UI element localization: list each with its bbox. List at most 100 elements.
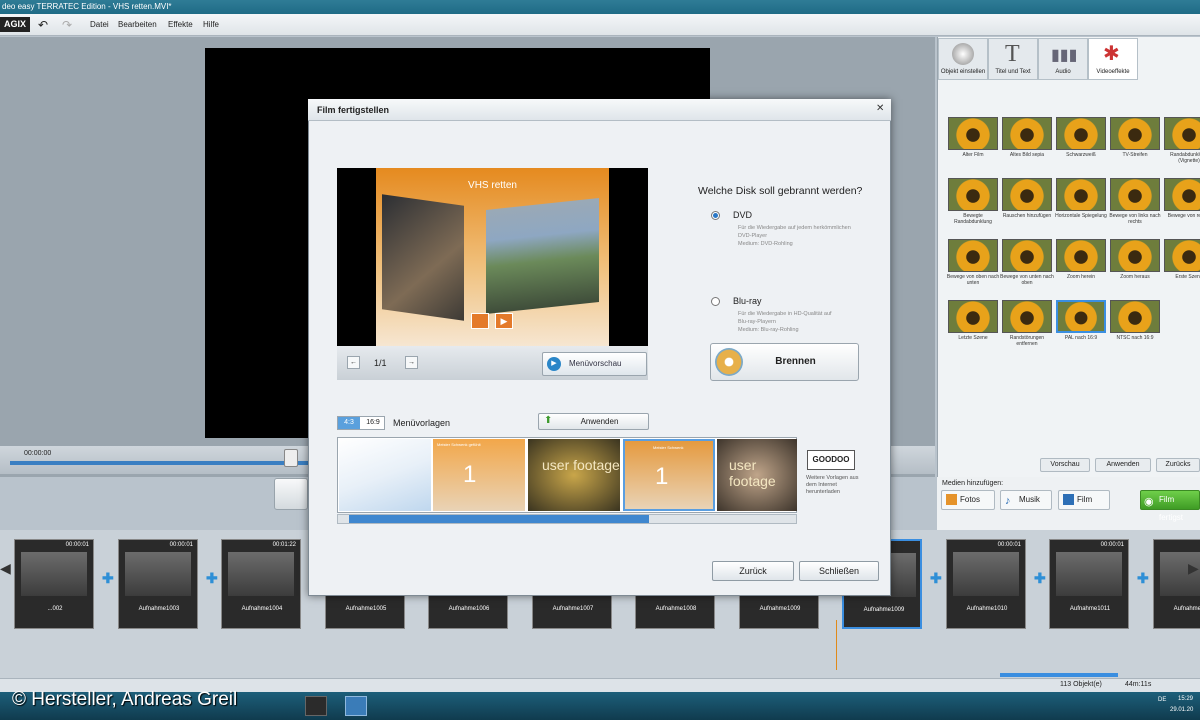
tab-titel-und-text[interactable]: T Titel und Text xyxy=(988,38,1038,80)
chapter-image-2[interactable] xyxy=(486,198,599,314)
clip-name: Aufnahme1007 xyxy=(552,606,594,612)
reset-button[interactable]: Zurücks xyxy=(1156,458,1200,472)
close-button[interactable]: Schließen xyxy=(799,561,879,581)
redo-icon[interactable]: ↷ xyxy=(62,18,72,32)
dialog-title: Film fertigstellen xyxy=(308,99,891,121)
clip[interactable]: 00:00:01 Aufnahme1010 xyxy=(946,539,1026,629)
effect-thumbnail[interactable] xyxy=(1056,117,1106,150)
add-transition-icon[interactable]: ✚ xyxy=(1137,570,1149,587)
effect-thumbnail[interactable] xyxy=(1164,178,1200,211)
template-thumb-2[interactable]: Meister Schwenk gefühlt 1 xyxy=(433,439,525,511)
more-templates-text[interactable]: Weitere Vorlagen aus dem Internet herunt… xyxy=(806,475,866,496)
play-button[interactable] xyxy=(274,478,308,510)
number-one-graphic: 1 xyxy=(655,463,669,490)
menu-item-datei[interactable]: Datei xyxy=(90,18,109,32)
clip-name: Aufnahme1003 xyxy=(138,606,180,612)
add-transition-icon[interactable]: ✚ xyxy=(102,570,114,587)
effect-thumbnail[interactable] xyxy=(1002,239,1052,272)
add-transition-icon[interactable]: ✚ xyxy=(930,570,942,587)
bluray-description: Für die Wiedergabe in HD-Qualität auf Bl… xyxy=(738,310,898,334)
template-thumb-4[interactable]: Meister Schwenk 1 xyxy=(623,439,715,511)
clip[interactable]: 00:01:22 Aufnahme1004 xyxy=(221,539,301,629)
ratio-16-9[interactable]: 16:9 xyxy=(362,417,384,429)
effect-thumbnail[interactable] xyxy=(1056,239,1106,272)
tab-videoeffekte[interactable]: ✱ Videoeffekte xyxy=(1088,38,1138,80)
sphere-icon xyxy=(952,43,974,65)
effect-thumbnail[interactable] xyxy=(948,178,998,211)
menu-item-effekte[interactable]: Effekte xyxy=(168,18,193,32)
dvd-label: DVD xyxy=(733,210,753,220)
template-thumb-3[interactable]: user footage xyxy=(528,439,620,511)
aspect-ratio-toggle[interactable]: 4:3 16:9 xyxy=(337,416,385,430)
film-button[interactable]: Film xyxy=(1058,490,1110,510)
app-logo: AGIX xyxy=(0,17,30,32)
effect-thumbnail[interactable] xyxy=(1002,178,1052,211)
play-all-icon[interactable]: ▶ xyxy=(495,313,513,329)
effect-thumbnail[interactable] xyxy=(948,300,998,333)
next-page-button[interactable]: → xyxy=(405,356,418,369)
clip-duration: 00:00:01 xyxy=(169,542,193,548)
chapter-image-1[interactable] xyxy=(382,194,464,321)
stars-icon: ✱ xyxy=(1103,43,1120,65)
template-caption: Meister Schwenk gefühlt xyxy=(437,442,481,447)
timeline-scrollbar[interactable] xyxy=(1000,673,1118,677)
clip-name: Aufnahme1008 xyxy=(655,606,697,612)
photos-button[interactable]: Fotos xyxy=(941,490,995,510)
menu-item-bearbeiten[interactable]: Bearbeiten xyxy=(118,18,157,32)
close-icon[interactable]: ✕ xyxy=(876,103,884,114)
taskbar-ie-icon[interactable] xyxy=(345,696,367,716)
effect-thumbnail[interactable] xyxy=(1164,117,1200,150)
disc-icon: ◉ xyxy=(1144,496,1154,508)
scroll-left-arrow[interactable]: ◀ xyxy=(0,560,11,577)
effect-thumbnail[interactable] xyxy=(1056,300,1106,333)
tab-audio[interactable]: ▮▮▮ Audio xyxy=(1038,38,1088,80)
finish-movie-button[interactable]: ◉ Film fertigst xyxy=(1140,490,1200,522)
clip-name: Aufnahme1011 xyxy=(1069,606,1111,612)
clip-thumbnail xyxy=(21,552,87,596)
preview-button[interactable]: Vorschau xyxy=(1040,458,1090,472)
effect-label: Rauschen hinzufügen xyxy=(1002,213,1052,219)
effect-thumbnail[interactable] xyxy=(1110,239,1160,272)
effect-thumbnail[interactable] xyxy=(1056,178,1106,211)
effect-thumbnail[interactable] xyxy=(1110,300,1160,333)
copyright-watermark: © Hersteller, Andreas Greil xyxy=(12,689,238,710)
add-transition-icon[interactable]: ✚ xyxy=(206,570,218,587)
effect-thumbnail[interactable] xyxy=(1002,300,1052,333)
effect-thumbnail[interactable] xyxy=(1110,178,1160,211)
menu-item-hilfe[interactable]: Hilfe xyxy=(203,18,219,32)
back-button[interactable]: Zurück xyxy=(712,561,794,581)
effect-label: Altes Bild sepia xyxy=(1009,152,1045,158)
effect-thumbnail[interactable] xyxy=(1002,117,1052,150)
clip[interactable]: 00:00:01Aufnahme1012 xyxy=(1153,539,1200,629)
undo-icon[interactable]: ↶ xyxy=(38,18,48,32)
ratio-4-3[interactable]: 4:3 xyxy=(338,417,360,429)
goodoo-logo[interactable]: GOODOO xyxy=(807,450,855,470)
clip-thumbnail xyxy=(228,552,294,596)
effect-thumbnail[interactable] xyxy=(1110,117,1160,150)
music-button[interactable]: ♪ Musik xyxy=(1000,490,1052,510)
effect-label: TV-Streifen xyxy=(1122,152,1148,158)
effect-thumbnail[interactable] xyxy=(948,117,998,150)
template-thumb-1[interactable] xyxy=(339,439,431,511)
chapters-icon[interactable] xyxy=(471,313,489,329)
tab-objekt-einstellen[interactable]: Objekt einstellen xyxy=(938,38,988,80)
dvd-radio[interactable] xyxy=(711,211,720,220)
template-scroll-thumb[interactable] xyxy=(349,515,649,523)
add-transition-icon[interactable]: ✚ xyxy=(1034,570,1046,587)
bluray-radio[interactable] xyxy=(711,297,720,306)
prev-page-button[interactable]: ← xyxy=(347,356,360,369)
play-icon: ▶ xyxy=(547,357,561,371)
apply-template-button[interactable]: Anwenden xyxy=(538,413,649,430)
apply-effect-button[interactable]: Anwenden xyxy=(1095,458,1151,472)
scroll-right-arrow[interactable]: ▶ xyxy=(1188,560,1199,577)
taskbar-app-icon[interactable] xyxy=(305,696,327,716)
effect-thumbnail[interactable] xyxy=(1164,239,1200,272)
effect-thumbnail[interactable] xyxy=(948,239,998,272)
clip[interactable]: 00:00:01 ...002 xyxy=(14,539,94,629)
playhead-line xyxy=(836,620,837,670)
template-thumb-5[interactable]: user footage xyxy=(717,439,797,511)
clip[interactable]: 00:00:01 Aufnahme1011 xyxy=(1049,539,1129,629)
clip-duration: 00:00:01 xyxy=(1100,542,1124,548)
position-handle[interactable] xyxy=(284,449,298,467)
clip[interactable]: 00:00:01 Aufnahme1003 xyxy=(118,539,198,629)
